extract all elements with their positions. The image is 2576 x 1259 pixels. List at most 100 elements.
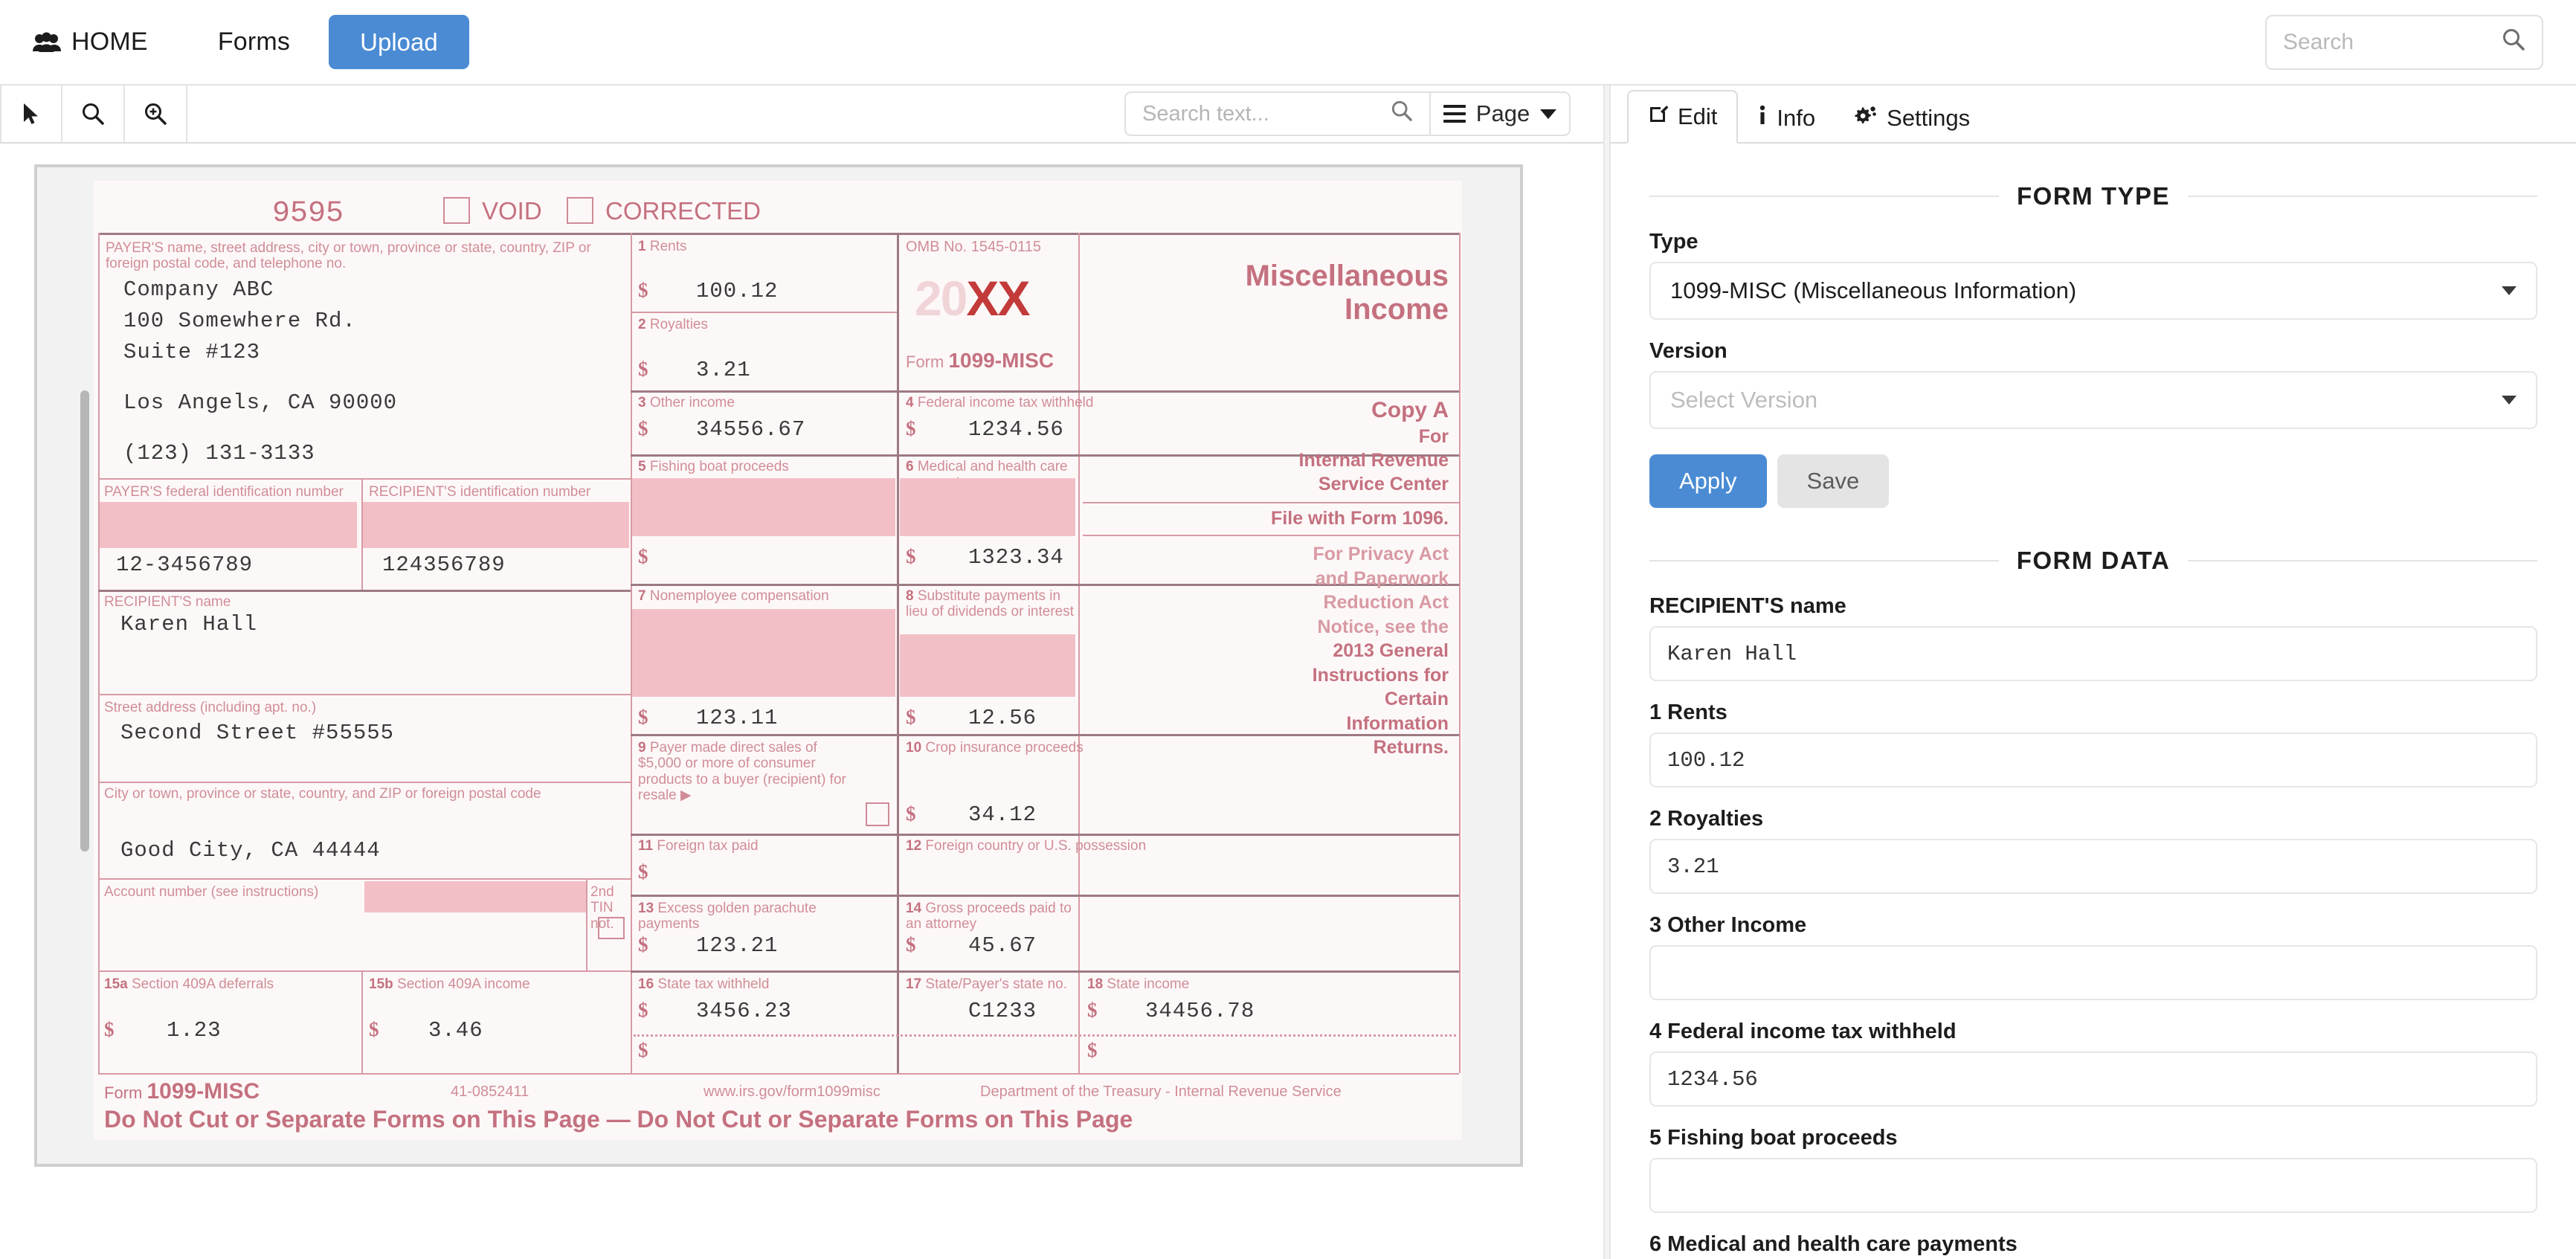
nav-item-home-label: HOME: [71, 28, 148, 56]
payer-tin-value: 12-3456789: [116, 553, 254, 577]
field-input-other-income[interactable]: [1649, 945, 2537, 1000]
void-label: VOID: [482, 197, 542, 225]
viewer-toolbar: Search text... Page: [0, 86, 1603, 144]
box-14-value: 45.67: [968, 933, 1037, 958]
tab-info[interactable]: Info: [1738, 93, 1835, 144]
box-9-number: 9: [638, 740, 646, 756]
box-9-checkbox[interactable]: [866, 802, 889, 826]
box-4-dollar-sign: $: [906, 417, 916, 439]
box-11-dollar-sign: $: [638, 860, 648, 883]
box-13-value: 123.21: [696, 933, 779, 958]
privacy-line-4: Notice, see the: [1317, 616, 1449, 637]
upload-button[interactable]: Upload: [329, 15, 469, 69]
cursor-tool-button[interactable]: [0, 86, 62, 142]
form-title-line-1: Miscellaneous: [1245, 260, 1449, 292]
tab-settings[interactable]: Settings: [1835, 93, 1989, 144]
field-label-other-income: 3 Other Income: [1649, 913, 1807, 937]
privacy-line-9: Returns.: [1373, 737, 1449, 758]
box-13-text: Excess golden parachute payments: [638, 901, 817, 933]
document-scrollbar[interactable]: [80, 390, 89, 851]
box-10-text: Crop insurance proceeds: [925, 740, 1083, 756]
second-tin-checkbox[interactable]: [598, 917, 625, 939]
box-1-dollar-sign: $: [638, 279, 648, 301]
box-16-label: 16 State tax withheld: [638, 976, 769, 992]
pane-divider[interactable]: [1603, 86, 1611, 1259]
box-15a-value: 1.23: [167, 1018, 222, 1043]
box-6-dollar-sign: $: [906, 545, 916, 567]
box-18-value: 34456.78: [1145, 999, 1255, 1023]
box-16-number: 16: [638, 976, 654, 992]
field-input-royalties[interactable]: 3.21: [1649, 839, 2537, 894]
box-15b-dollar-sign: $: [369, 1018, 379, 1040]
file-with-1096: File with Form 1096.: [1271, 508, 1449, 529]
version-field-label: Version: [1649, 339, 1727, 363]
privacy-line-1: For Privacy Act: [1313, 544, 1449, 564]
payer-city-value: Los Angels, CA 90000: [123, 390, 398, 415]
box-3-value: 34556.67: [696, 417, 806, 442]
privacy-line-6: Instructions for: [1312, 664, 1449, 686]
box-16-dollar-sign-2: $: [638, 1039, 648, 1061]
field-input-federal-income-tax-withheld[interactable]: 1234.56: [1649, 1052, 2537, 1107]
nav-item-forms[interactable]: Forms: [178, 28, 329, 57]
document-search-input[interactable]: Search text...: [1142, 102, 1391, 126]
recipient-tin-highlight: [363, 502, 629, 548]
form-title: Miscellaneous Income: [1090, 260, 1449, 326]
box-1-value: 100.12: [696, 279, 779, 303]
field-label-royalties: 2 Royalties: [1649, 807, 1764, 831]
save-button[interactable]: Save: [1777, 454, 1890, 508]
chevron-down-icon: [2502, 396, 2517, 405]
panel-tabs: Edit Info Settings: [1611, 86, 2576, 144]
footer-form-block: Form 1099-MISC: [104, 1079, 260, 1104]
box-5-text: Fishing boat proceeds: [649, 459, 789, 474]
document-canvas[interactable]: 9595 VOID CORRECTED PAYER'S name, street…: [0, 144, 1603, 1259]
field-input-fishing-boat-proceeds[interactable]: [1649, 1158, 2537, 1213]
version-select[interactable]: Select Version: [1649, 371, 2537, 429]
nav-item-home[interactable]: HOME: [25, 28, 178, 57]
box-1-number: 1: [638, 239, 646, 254]
payer-street-value: 100 Somewhere Rd.: [123, 309, 356, 333]
box-16-dollar-sign: $: [638, 999, 648, 1021]
city-label: City or town, province or state, country…: [104, 786, 541, 802]
document-search-box[interactable]: Search text...: [1124, 91, 1429, 136]
footer-department: Department of the Treasury - Internal Re…: [980, 1083, 1342, 1100]
privacy-line-3: Reduction Act: [1323, 592, 1449, 613]
corrected-checkbox[interactable]: [567, 197, 593, 224]
box-7-number: 7: [638, 588, 646, 604]
payer-tin-highlight: [100, 502, 357, 548]
page-menu-button[interactable]: Page: [1429, 91, 1571, 136]
box-15b-value: 3.46: [428, 1018, 483, 1043]
form-1099-misc-image[interactable]: 9595 VOID CORRECTED PAYER'S name, street…: [94, 181, 1462, 1140]
nav-left-group: HOME Forms Upload: [25, 15, 469, 69]
edit-panel-body: FORM TYPE Type 1099-MISC (Miscellaneous …: [1611, 144, 2576, 1259]
field-input-recipient-name[interactable]: Karen Hall: [1649, 626, 2537, 681]
tab-edit[interactable]: Edit: [1627, 90, 1739, 144]
city-value: Good City, CA 44444: [120, 838, 381, 863]
void-checkbox[interactable]: [443, 197, 470, 224]
form-type-heading: FORM TYPE: [2017, 182, 2171, 210]
box-9-text: Payer made direct sales of $5,000 or mor…: [638, 740, 846, 803]
zoom-in-tool-button[interactable]: [125, 86, 187, 142]
box-14-label: 14 Gross proceeds paid to an attorney: [906, 901, 1075, 933]
header-search-box[interactable]: Search: [2265, 15, 2543, 70]
search-icon[interactable]: [1391, 100, 1413, 128]
box-4-text: Federal income tax withheld: [917, 395, 1094, 410]
box-13-dollar-sign: $: [638, 933, 648, 956]
box-10-number: 10: [906, 740, 922, 756]
box-7-dollar-sign: $: [638, 706, 648, 728]
search-tool-button[interactable]: [62, 86, 125, 142]
privacy-line-7: Certain: [1384, 689, 1449, 709]
box-14-dollar-sign: $: [906, 933, 916, 956]
box-18-text: State income: [1107, 976, 1190, 992]
type-select[interactable]: 1099-MISC (Miscellaneous Information): [1649, 262, 2537, 320]
header-search-input[interactable]: Search: [2283, 30, 2502, 55]
box-17-text: State/Payer's state no.: [925, 976, 1067, 992]
box-2-text: Royalties: [649, 317, 709, 332]
field-input-rents[interactable]: 100.12: [1649, 732, 2537, 788]
box-1-label: 1 Rents: [638, 239, 687, 254]
recipient-tin-value: 124356789: [382, 553, 506, 577]
apply-button[interactable]: Apply: [1649, 454, 1767, 508]
search-icon[interactable]: [2502, 28, 2525, 57]
box-6-number: 6: [906, 459, 914, 474]
box-14-text: Gross proceeds paid to an attorney: [906, 901, 1072, 933]
